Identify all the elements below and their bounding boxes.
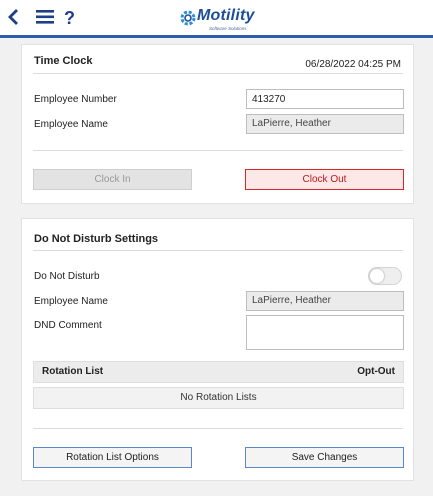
divider [33,428,403,429]
divider [33,250,403,251]
time-clock-title: Time Clock [34,55,93,67]
dnd-settings-card: Do Not Disturb Settings Do Not Disturb E… [21,218,414,481]
clock-out-button[interactable]: Clock Out [245,169,404,190]
chevron-left-icon[interactable] [7,8,21,28]
opt-out-column-label: Opt-Out [357,366,395,377]
dnd-toggle-label: Do Not Disturb [34,271,100,282]
employee-number-label: Employee Number [34,94,117,105]
dnd-employee-name-field: LaPierre, Heather [246,291,404,311]
dnd-title: Do Not Disturb Settings [34,233,159,245]
hamburger-menu-icon[interactable] [36,8,54,28]
help-icon[interactable]: ? [64,8,76,28]
rotation-list-column-label: Rotation List [42,366,104,377]
motility-logo: Motility Software Solutions [179,7,263,34]
employee-name-field: LaPierre, Heather [246,114,404,134]
logo-name: Motility [197,7,255,24]
logo-tagline: Software Solutions [209,26,247,31]
time-clock-card: Time Clock 06/28/2022 04:25 PM Employee … [21,44,414,204]
employee-name-label: Employee Name [34,119,108,130]
divider [33,150,403,151]
divider [33,73,403,74]
dnd-comment-input[interactable] [246,315,404,350]
dnd-employee-name-label: Employee Name [34,296,108,307]
rotation-list-empty-row: No Rotation Lists [33,387,404,409]
clock-in-button[interactable]: Clock In [33,169,192,190]
rotation-list-header: Rotation List Opt-Out [33,361,404,383]
rotation-list-options-button[interactable]: Rotation List Options [33,447,192,468]
toggle-knob [370,269,384,283]
dnd-toggle[interactable] [368,267,402,285]
current-datetime: 06/28/2022 04:25 PM [305,59,401,70]
dnd-comment-label: DND Comment [34,320,102,331]
top-navigation-bar: ? Motility Software Solutions [0,0,433,38]
employee-number-input[interactable] [246,89,404,109]
gear-icon [180,10,196,26]
save-changes-button[interactable]: Save Changes [245,447,404,468]
